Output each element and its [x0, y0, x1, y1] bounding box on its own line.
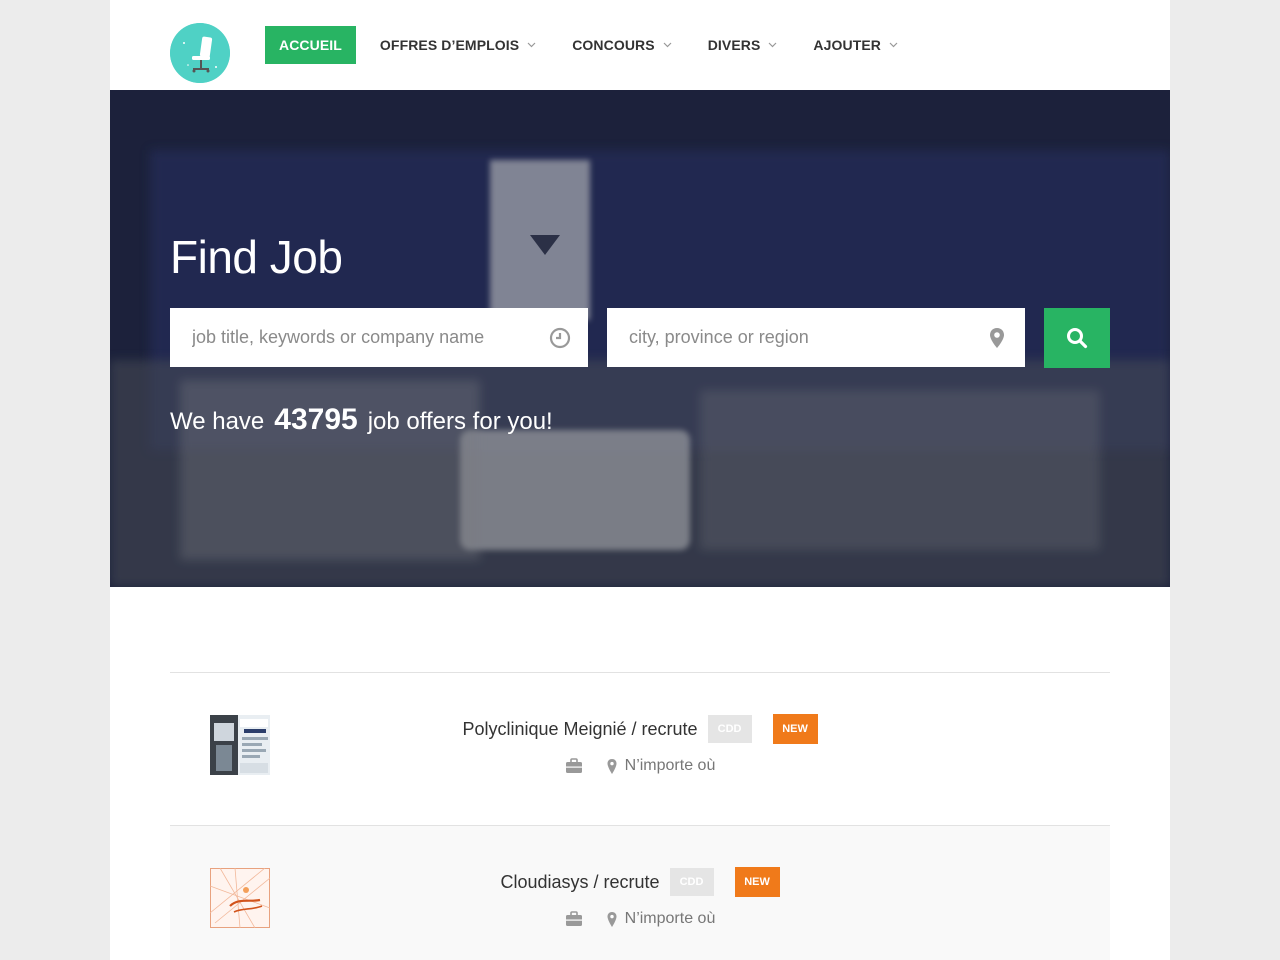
job-title-line: Polyclinique Meignié / recrute CDD NEW	[170, 714, 1110, 744]
map-pin-icon	[607, 758, 617, 774]
chevron-down-icon	[768, 40, 777, 50]
new-badge: NEW	[734, 867, 780, 897]
hero-title: Find Job	[170, 231, 343, 283]
nav-item-accueil[interactable]: ACCUEIL	[265, 26, 356, 64]
keyword-search-field	[170, 308, 588, 367]
nav-item-offres-emplois[interactable]: OFFRES D’EMPLOIS	[380, 26, 536, 64]
nav-item-divers[interactable]: DIVERS	[708, 26, 778, 64]
chevron-down-icon	[527, 40, 536, 50]
nav-label: OFFRES D’EMPLOIS	[379, 37, 520, 53]
job-listing[interactable]: Polyclinique Meignié / recrute CDD NEW N…	[170, 672, 1110, 825]
hero-banner: Find Job We have 43795 job offers	[110, 90, 1170, 587]
job-location: N’importe où	[624, 910, 716, 927]
office-chair-icon	[170, 23, 230, 83]
nav-label: ACCUEIL	[279, 37, 342, 53]
job-location: N’importe où	[624, 757, 716, 774]
offers-suffix: job offers for you!	[367, 408, 553, 435]
main-nav: ACCUEIL OFFRES D’EMPLOIS CONCOURS DIVERS	[265, 26, 934, 64]
briefcase-icon	[565, 911, 582, 926]
job-listing[interactable]: Cloudiasys / recrute CDD NEW N’importe o…	[170, 825, 1110, 960]
job-title-line: Cloudiasys / recrute CDD NEW	[170, 867, 1110, 897]
nav-item-ajouter[interactable]: AJOUTER	[813, 26, 898, 64]
job-meta-line: N’importe où	[170, 910, 1110, 928]
offers-prefix: We have	[170, 408, 265, 435]
job-offers-summary: We have 43795 job offers for you!	[170, 403, 553, 437]
nav-item-concours[interactable]: CONCOURS	[572, 26, 672, 64]
chevron-down-icon	[889, 40, 898, 50]
chevron-down-icon	[663, 40, 672, 50]
nav-label: CONCOURS	[572, 37, 655, 53]
map-pin-icon	[990, 328, 1004, 348]
new-badge: NEW	[772, 714, 818, 744]
nav-label: DIVERS	[707, 37, 761, 53]
clock-icon	[549, 327, 571, 349]
job-title[interactable]: Polyclinique Meignié / recrute	[462, 719, 697, 740]
location-search-input[interactable]	[627, 326, 961, 349]
contract-type-badge: CDD	[707, 715, 752, 743]
search-icon	[1067, 328, 1088, 349]
job-meta-line: N’importe où	[170, 757, 1110, 775]
page-container: ACCUEIL OFFRES D’EMPLOIS CONCOURS DIVERS	[110, 0, 1170, 960]
search-button[interactable]	[1044, 308, 1110, 368]
nav-label: AJOUTER	[813, 37, 882, 53]
map-pin-icon	[607, 911, 617, 927]
offers-count: 43795	[274, 403, 358, 436]
location-search-field	[607, 308, 1025, 367]
site-logo[interactable]	[170, 23, 230, 83]
contract-type-badge: CDD	[669, 868, 714, 896]
job-title[interactable]: Cloudiasys / recrute	[500, 872, 659, 893]
site-header: ACCUEIL OFFRES D’EMPLOIS CONCOURS DIVERS	[110, 0, 1170, 90]
briefcase-icon	[565, 758, 582, 773]
keyword-search-input[interactable]	[190, 326, 524, 349]
